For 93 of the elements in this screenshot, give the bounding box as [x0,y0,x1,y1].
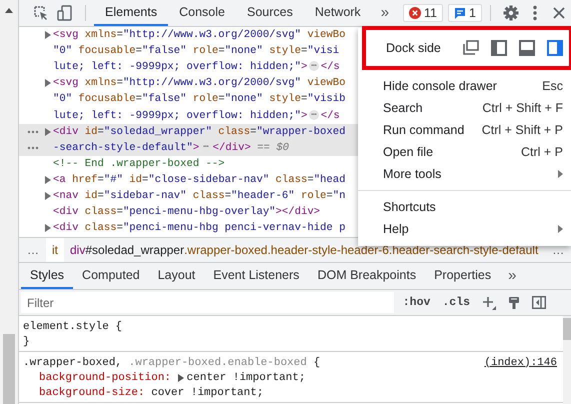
menu-item[interactable]: Help [358,218,571,240]
sidebar-tab[interactable]: Layout [148,263,204,289]
css-property-value: center !important; [186,372,306,384]
sidebar-tab[interactable]: Properties [425,263,500,289]
code-line: <div id="soledad_wrapper" class="wrapper-boxed [53,126,346,138]
scroll-up-arrow-icon [5,8,13,13]
dom-tree-row[interactable]: <nav id="sidebar-nav" class="header-6" role="n [19,188,358,204]
shortcut-label: Ctrl + Shift + P [482,123,563,137]
close-icon [552,7,565,19]
messages-badge[interactable]: 1 [448,4,482,22]
menu-item-label: Search [383,101,424,115]
dom-tree-row[interactable]: <div class="penci-menu-hbg-overlay"></div> [19,204,358,220]
dock-side-label: Dock side [386,41,442,55]
css-selector: element.style { [23,320,124,332]
menu-item[interactable]: Run command Ctrl + Shift + P [358,119,571,141]
phone-and-tablet-icon [57,5,73,21]
panel-tab[interactable]: Console [168,0,236,26]
dom-tree-row[interactable]: <svg xmlns="http://www.w3.org/2000/svg" viewBo [19,27,358,44]
code-line: <!-- End .wrapper-boxed --> [53,158,225,170]
panel-tab[interactable]: Sources [236,0,304,26]
sidebar-tab[interactable]: Event Listeners [204,263,308,289]
speech-bubble-icon [454,7,466,19]
code-line: <svg xmlns="http://www.w3.org/2000/svg" viewBo [53,29,346,42]
menu-item-label: Shortcuts [383,200,437,214]
scrollbar-thumb [563,318,571,340]
panel-tab[interactable]: Elements [94,0,168,26]
menu-item-label: Hide console drawer [383,79,498,93]
dom-tree-row[interactable]: lute; left: -9999px; overflow: hidden;"> ⋯ </s [19,59,358,76]
toggle-button[interactable]: :hov [400,296,434,309]
dom-tree-row[interactable]: "0" focusable="false" role="none" style="visi [19,43,358,60]
scrollbar-thumb [3,334,15,404]
source-link[interactable]: (index):146 [484,356,557,368]
dom-tree-row[interactable]: <svg xmlns="http://www.w3.org/2000/svg" viewBo [19,75,358,92]
error-circle-icon [409,7,422,19]
vertical-dots-icon [532,5,537,21]
menu-item-label: More tools [383,167,442,181]
closing-brace: } [23,334,31,349]
breadcrumb[interactable]: it [46,238,64,262]
dock-bottom-icon [519,40,535,56]
dom-tree-row[interactable]: <!-- End .wrapper-boxed --> [19,156,358,172]
code-line: lute; left: -9999px; overflow: hidden;"> ⋯ </s [53,61,340,74]
shortcut-label: Esc [542,79,563,93]
code-line: lute; left: -9999px; overflow: hidden;"> ⋯ </s [53,110,340,122]
menu-item-label: Help [383,222,410,236]
dock-left-icon [491,40,507,56]
menu-item[interactable]: Search Ctrl + Shift + F [358,97,571,119]
dom-tree-row[interactable]: <div class="penci-menu-hbg penci-vernav-hide p [19,220,358,236]
more-tabs-button[interactable]: » [500,266,524,286]
sidebar-tab[interactable]: Computed [73,263,149,289]
dom-tree-row[interactable]: -search-style-default"> ⋯ </div> == $0 [19,140,358,156]
scroll-left-button[interactable]: … [19,243,46,257]
sidebar-tab[interactable]: DOM Breakpoints [308,263,426,289]
menu-item[interactable]: Open file Ctrl + P [358,141,571,163]
code-line: <div class="penci-menu-hbg penci-vernav-hide p [53,222,346,234]
panel-tab[interactable]: Network [304,0,372,26]
filter-field[interactable]: Filter [21,292,394,313]
plus-icon [482,296,496,310]
dock-right-icon [547,40,563,56]
css-property-value: cover !important; [151,386,264,398]
code-line: <svg xmlns="http://www.w3.org/2000/svg" viewBo [53,77,346,90]
shortcut-label: Ctrl + P [520,145,563,159]
more-tabs-button[interactable]: » [372,4,398,22]
menu-item[interactable]: More tools [358,163,571,185]
css-property-name: background-position: [39,372,172,384]
toggle-sidebar-button[interactable] [529,296,549,309]
toggle-button[interactable]: .cls [439,296,473,309]
menu-item-label: Open file [383,145,434,159]
code-line: <div class="penci-menu-hbg-overlay"></div> [53,206,320,218]
scroll-right-button[interactable]: … [544,243,571,257]
code-line: "0" focusable="false" role="none" style="visib [53,93,346,106]
dom-tree-row[interactable]: <a href="#" id="close-sidebar-nav" class="head [19,172,358,188]
shortcut-label: Ctrl + Shift + F [482,101,563,115]
dom-tree-row[interactable]: "0" focusable="false" role="none" style="visib [19,91,358,108]
css-selector: .wrapper-boxed, .wrapper-boxed.enable-boxed { [23,356,322,368]
paint-roller-icon [508,296,520,310]
menu-item[interactable]: Shortcuts [358,196,571,218]
cursor-in-square-icon [33,5,49,21]
css-property-name: background-size: [39,386,145,398]
errors-badge[interactable]: 11 [403,4,444,22]
menu-item-label: Run command [383,123,466,137]
code-line: <a href="#" id="close-sidebar-nav" class="head [53,174,346,186]
code-line: <nav id="sidebar-nav" class="header-6" role="n [53,190,346,202]
menu-item[interactable]: Hide console drawer Esc [358,75,571,97]
overlapping-windows-icon [463,40,479,56]
code-line: -search-style-default"> ⋯ </div> == $0 [53,142,289,154]
sidebar-panel-icon [532,296,546,309]
settings-icon [502,5,519,21]
breadcrumb[interactable]: div#soledad_wrapper.wrapper-boxed.header-style-header-6.header-search-style-default [64,238,544,262]
horizontal-dots-icon [27,146,39,150]
dom-tree-row[interactable]: lute; left: -9999px; overflow: hidden;"> ⋯ </s [19,107,358,124]
dom-tree-row[interactable]: <div id="soledad_wrapper" class="wrapper-boxed [19,124,358,140]
code-line: "0" focusable="false" role="none" style="visi [53,45,340,58]
horizontal-dots-icon [27,130,39,134]
